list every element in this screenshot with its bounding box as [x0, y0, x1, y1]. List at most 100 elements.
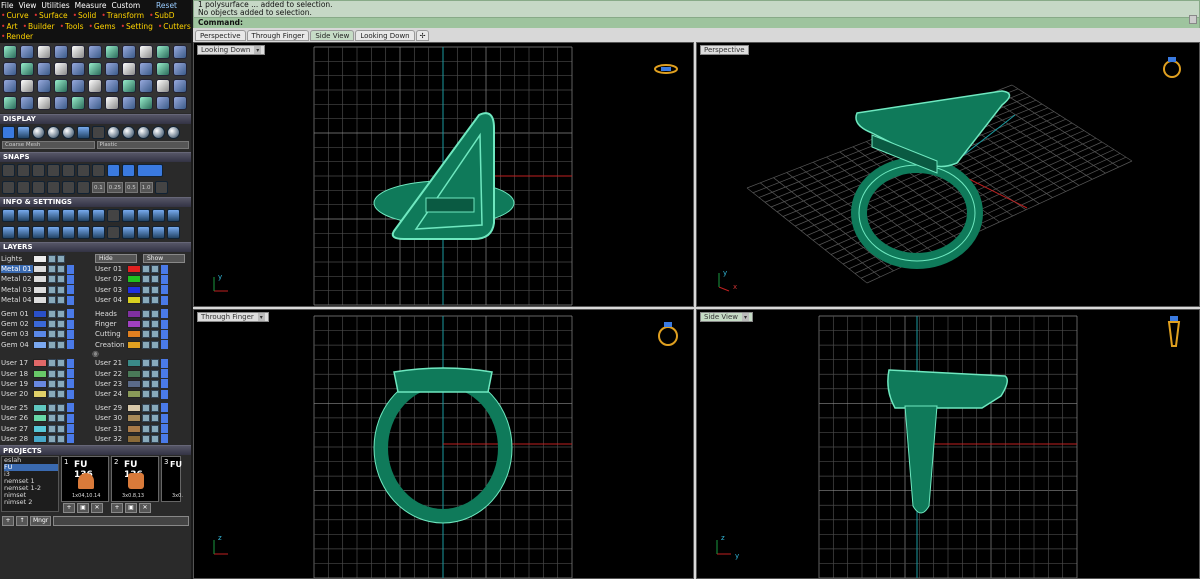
layer-visibility-toggle[interactable]: [48, 309, 56, 318]
layer-visibility-toggle[interactable]: [48, 320, 56, 329]
layer-color-swatch[interactable]: [127, 369, 141, 378]
layer-visibility-toggle[interactable]: [142, 320, 150, 329]
layer-lock-icon[interactable]: [151, 309, 159, 318]
project-list[interactable]: eslah FU i3 nemset 1 nemset 1-2 nimset n…: [1, 456, 59, 513]
hide-button[interactable]: Hide: [95, 254, 137, 264]
tool-icon[interactable]: [139, 96, 153, 110]
tool-icon[interactable]: [20, 62, 34, 76]
info-button[interactable]: [17, 225, 30, 239]
layer-visibility-toggle[interactable]: [142, 275, 150, 284]
layer-visibility-toggle[interactable]: [142, 403, 150, 412]
layer-visibility-toggle[interactable]: [48, 265, 56, 274]
layer-lock-icon[interactable]: [151, 414, 159, 423]
layer-active-toggle[interactable]: [161, 285, 168, 295]
mode-subd[interactable]: SubD: [149, 11, 175, 22]
layer-name[interactable]: Metal 03: [1, 286, 33, 294]
layer-active-toggle[interactable]: [67, 389, 74, 399]
layer-visibility-toggle[interactable]: [142, 390, 150, 399]
layer-lock-icon[interactable]: [57, 330, 65, 339]
tab-through-finger[interactable]: Through Finger: [246, 30, 310, 41]
layers-separator[interactable]: ◉: [1, 350, 190, 358]
layer-visibility-toggle[interactable]: [142, 434, 150, 443]
layer-visibility-toggle[interactable]: [48, 330, 56, 339]
layer-color-swatch[interactable]: [33, 320, 47, 329]
mode-render[interactable]: Render: [1, 32, 33, 43]
menu-measure[interactable]: Measure: [75, 1, 107, 10]
layer-name[interactable]: User 23: [95, 380, 127, 388]
info-button[interactable]: [152, 208, 165, 222]
layer-name[interactable]: User 01: [95, 265, 127, 273]
snap-button[interactable]: [107, 163, 120, 177]
snap-button[interactable]: [47, 180, 60, 194]
layer-name[interactable]: Gem 01: [1, 310, 33, 318]
tool-icon[interactable]: [105, 62, 119, 76]
layer-active-toggle[interactable]: [67, 264, 74, 274]
layer-active-toggle[interactable]: [161, 309, 168, 319]
layer-toggle[interactable]: [48, 254, 56, 263]
reset-button[interactable]: Reset: [156, 1, 177, 10]
layer-visibility-toggle[interactable]: [48, 379, 56, 388]
display-button[interactable]: [167, 125, 180, 139]
layer-visibility-toggle[interactable]: [142, 359, 150, 368]
snap-value-0-1[interactable]: 0.1: [92, 181, 105, 193]
tool-icon[interactable]: [20, 79, 34, 93]
tool-icon[interactable]: [156, 45, 170, 59]
layer-lock-icon[interactable]: [151, 390, 159, 399]
layer-active-toggle[interactable]: [161, 358, 168, 368]
add-tab-button[interactable]: ✢: [415, 30, 430, 41]
layer-visibility-toggle[interactable]: [48, 285, 56, 294]
layer-active-toggle[interactable]: [67, 274, 74, 284]
snap-button[interactable]: [62, 180, 75, 194]
tool-icon[interactable]: [3, 45, 17, 59]
command-prompt[interactable]: Command:: [194, 17, 1199, 28]
layer-lock-icon[interactable]: [57, 414, 65, 423]
tool-icon[interactable]: [156, 79, 170, 93]
info-button[interactable]: [122, 208, 135, 222]
tool-icon[interactable]: [71, 79, 85, 93]
tool-icon[interactable]: [156, 62, 170, 76]
thumbnail-add-button[interactable]: +: [63, 503, 75, 514]
layer-visibility-toggle[interactable]: [48, 424, 56, 433]
thumbnail-save-button[interactable]: ▣: [77, 503, 89, 514]
tool-icon[interactable]: [37, 45, 51, 59]
layer-visibility-toggle[interactable]: [48, 434, 56, 443]
layer-lights-label[interactable]: Lights: [1, 255, 33, 263]
layer-visibility-toggle[interactable]: [142, 424, 150, 433]
mode-art[interactable]: Art: [1, 22, 17, 33]
tool-icon[interactable]: [173, 62, 187, 76]
info-button[interactable]: [107, 208, 120, 222]
layer-lock-icon[interactable]: [151, 379, 159, 388]
layer-name[interactable]: User 02: [95, 275, 127, 283]
viewport-menu-chevron-icon[interactable]: ▾: [257, 313, 265, 321]
tool-icon[interactable]: [88, 79, 102, 93]
info-button[interactable]: [17, 208, 30, 222]
snap-value-0-25[interactable]: 0.25: [106, 181, 123, 193]
layer-name[interactable]: User 04: [95, 296, 127, 304]
mode-curve[interactable]: Curve: [1, 11, 28, 22]
layer-visibility-toggle[interactable]: [142, 309, 150, 318]
snap-value-0-5[interactable]: 0.5: [125, 181, 138, 193]
layer-color-swatch[interactable]: [127, 320, 141, 329]
layer-color-swatch[interactable]: [33, 330, 47, 339]
display-button[interactable]: [17, 125, 30, 139]
layer-name[interactable]: Metal 04: [1, 296, 33, 304]
layer-visibility-toggle[interactable]: [142, 379, 150, 388]
info-button[interactable]: [167, 208, 180, 222]
info-button[interactable]: [62, 225, 75, 239]
layer-active-toggle[interactable]: [67, 319, 74, 329]
mode-solid[interactable]: Solid: [73, 11, 96, 22]
layer-active-toggle[interactable]: [161, 329, 168, 339]
project-item[interactable]: nimset 2: [4, 499, 58, 506]
thumbnail-delete-button[interactable]: ✕: [139, 503, 151, 514]
snap-value-1-0[interactable]: 1.0: [139, 181, 153, 193]
tool-icon[interactable]: [156, 96, 170, 110]
viewport-side-view[interactable]: z y Side View ▾: [696, 309, 1200, 579]
tool-icon[interactable]: [37, 62, 51, 76]
display-button[interactable]: [107, 125, 120, 139]
layer-active-toggle[interactable]: [161, 369, 168, 379]
layer-name[interactable]: User 28: [1, 435, 33, 443]
layer-color-swatch[interactable]: [33, 390, 47, 399]
snaps-section-header[interactable]: SNAPS: [0, 151, 191, 162]
viewport-menu-chevron-icon[interactable]: ▾: [254, 46, 262, 54]
tab-side-view[interactable]: Side View: [310, 30, 355, 41]
